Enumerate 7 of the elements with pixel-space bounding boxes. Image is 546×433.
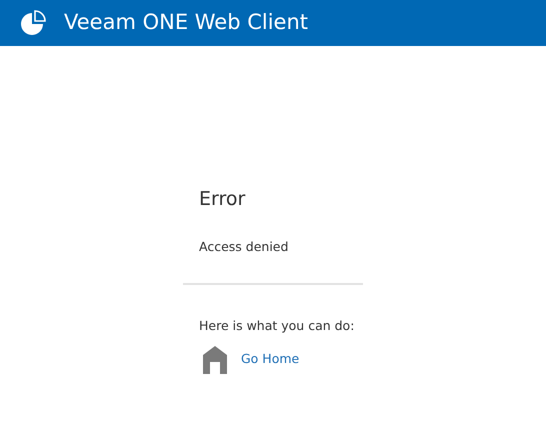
error-message: Access denied — [199, 238, 290, 256]
go-home-link[interactable]: Go Home — [241, 350, 300, 369]
pie-chart-icon — [20, 10, 46, 36]
hint-text: Here is what you can do: — [199, 316, 356, 335]
app-title: Veeam ONE Web Client — [64, 9, 308, 36]
error-title: Error — [199, 187, 246, 212]
home-icon — [203, 346, 227, 374]
